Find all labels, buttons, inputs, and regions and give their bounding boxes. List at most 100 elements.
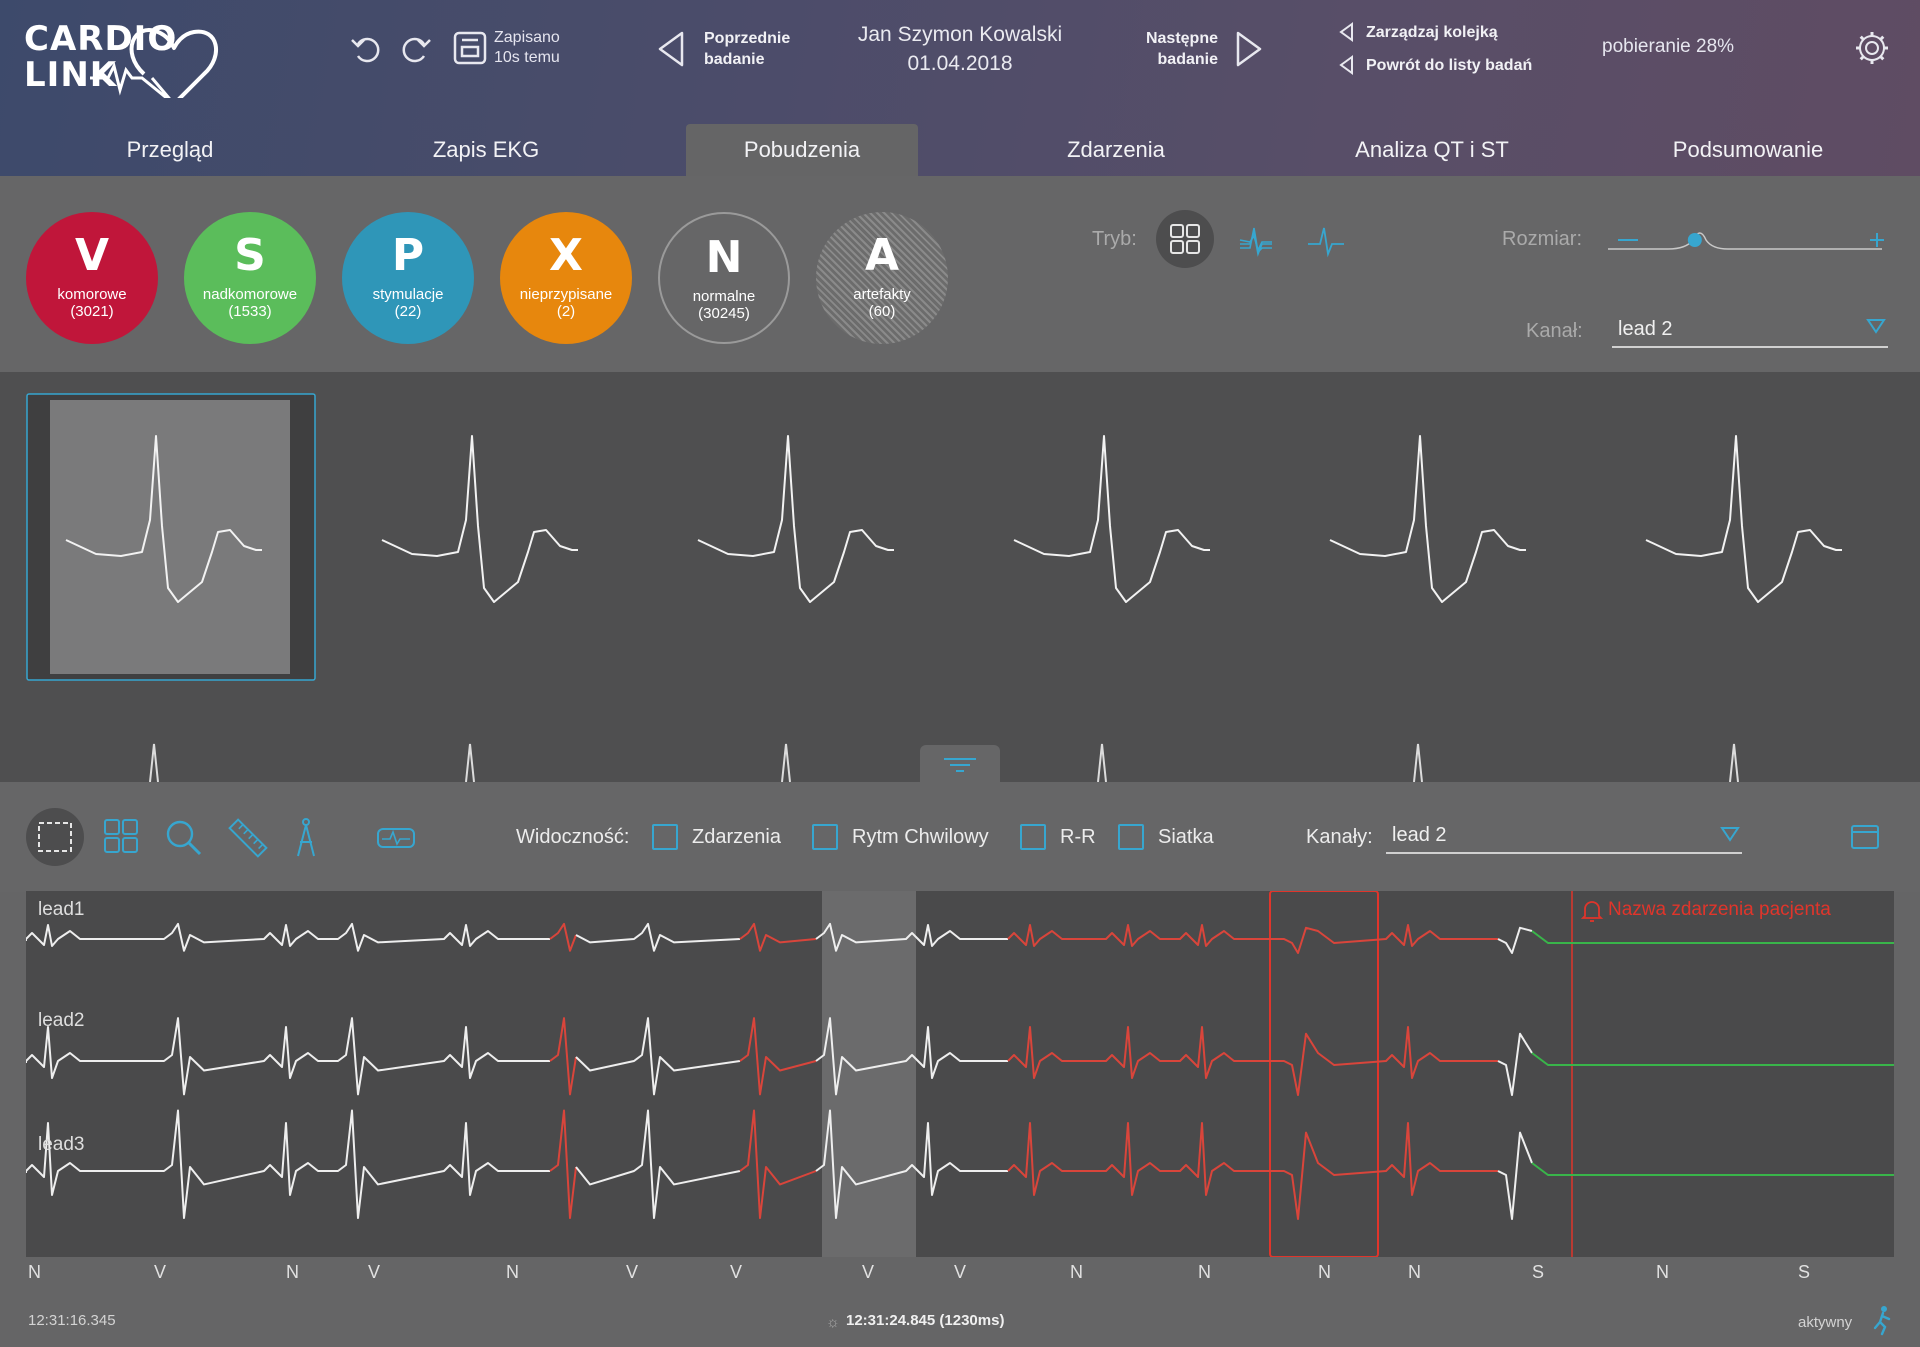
- beat-class-label: normalne: [692, 288, 756, 305]
- beat-code[interactable]: V: [626, 1262, 638, 1283]
- beat-class-count: (30245): [698, 305, 750, 322]
- beat-class-letter: P: [391, 230, 425, 281]
- cursor-sun-icon: ☼: [826, 1314, 840, 1331]
- caliper-icon[interactable]: [278, 810, 334, 866]
- instant-rhythm-checkbox[interactable]: [812, 824, 838, 850]
- save-icon[interactable]: [452, 30, 488, 66]
- beat-class-letter: X: [549, 230, 583, 281]
- beat-code[interactable]: N: [1318, 1262, 1331, 1283]
- collapse-panel-button[interactable]: [920, 745, 1000, 783]
- tab-qt-st-analysis[interactable]: Analiza QT i ST: [1302, 124, 1562, 176]
- beat-class-ventricular[interactable]: V komorowe (3021): [26, 212, 158, 344]
- tab-overview[interactable]: Przegląd: [40, 124, 300, 176]
- tab-events[interactable]: Zdarzenia: [986, 124, 1246, 176]
- beat-code[interactable]: V: [154, 1262, 166, 1283]
- undo-icon[interactable]: [348, 30, 384, 66]
- events-checkbox[interactable]: [652, 824, 678, 850]
- ecg-trace-segment: [739, 922, 817, 952]
- save-status-label: Zapisano: [494, 29, 560, 46]
- beat-waveform: [1013, 435, 1210, 603]
- beat-class-letter: V: [74, 230, 110, 281]
- tab-beats[interactable]: Pobudzenia: [686, 124, 918, 176]
- ecg-trace-segment: [1007, 1122, 1498, 1220]
- active-person-icon: [1873, 1306, 1891, 1336]
- lead-label: lead2: [38, 1010, 85, 1031]
- beat-code[interactable]: S: [1532, 1262, 1544, 1283]
- beat-code[interactable]: N: [286, 1262, 299, 1283]
- strip-start-time: 12:31:16.345: [28, 1312, 116, 1329]
- ruler-icon[interactable]: [220, 810, 276, 866]
- beat-code[interactable]: N: [28, 1262, 41, 1283]
- next-exam-button[interactable]: Następne badanie: [1138, 28, 1218, 70]
- dropdown-triangle-icon: [1720, 827, 1740, 842]
- beat-code[interactable]: N: [1198, 1262, 1211, 1283]
- grid-checkbox[interactable]: [1118, 824, 1144, 850]
- status-footer: 12:31:16.345 ☼ 12:31:24.845 (1230ms) akt…: [0, 1300, 1920, 1347]
- beat-class-normal[interactable]: N normalne (30245): [658, 212, 790, 344]
- beat-class-count: (1533): [228, 303, 272, 320]
- chevron-left-icon: [1339, 55, 1353, 75]
- beat-code[interactable]: N: [1408, 1262, 1421, 1283]
- beat-code[interactable]: V: [368, 1262, 380, 1283]
- redo-icon[interactable]: [398, 30, 434, 66]
- beat-class-count: (60): [868, 303, 896, 320]
- beat-waveform: [1645, 435, 1842, 603]
- download-status: pobieranie 28%: [1602, 36, 1735, 57]
- channel-select[interactable]: lead 2: [1612, 312, 1888, 348]
- zoom-search-icon[interactable]: [156, 810, 212, 866]
- beat-code[interactable]: N: [1070, 1262, 1083, 1283]
- beat-class-paced[interactable]: P stymulacje (22): [342, 212, 474, 344]
- select-tool-button[interactable]: [26, 808, 84, 866]
- grid-view-icon[interactable]: [96, 810, 152, 866]
- rr-checkbox[interactable]: [1020, 824, 1046, 850]
- beat-waveform-row2: [465, 743, 475, 782]
- events-checkbox-label: Zdarzenia: [692, 826, 781, 848]
- tab-ecg-recording[interactable]: Zapis EKG: [356, 124, 616, 176]
- beat-class-unassigned[interactable]: X nieprzypisane (2): [500, 212, 632, 344]
- ecg-trace-segment: [575, 1109, 741, 1220]
- ecg-strip-panel[interactable]: lead1 lead2 lead3 Nazwa zdarzenia pacjen…: [26, 891, 1894, 1257]
- ecg-trace-segment: [549, 922, 577, 952]
- channels-select[interactable]: lead 2: [1386, 818, 1742, 854]
- next-arrow-icon[interactable]: [1234, 30, 1264, 68]
- single-beat-icon[interactable]: [1306, 220, 1346, 260]
- previous-exam-line1: Poprzednie: [704, 30, 791, 47]
- ecg-trace-segment: [1531, 1162, 1894, 1176]
- beat-code[interactable]: N: [506, 1262, 519, 1283]
- back-to-list-label: Powrót do listy badań: [1366, 57, 1533, 74]
- beat-class-letter: A: [864, 230, 900, 281]
- overlay-beats-icon[interactable]: [1236, 220, 1276, 260]
- window-toggle-icon[interactable]: [1850, 824, 1880, 850]
- beat-class-count: (22): [394, 303, 422, 320]
- ecg-trace-segment: [1531, 1052, 1894, 1066]
- beat-class-letter: S: [234, 230, 266, 281]
- selection-box-icon: [38, 822, 72, 852]
- tab-summary[interactable]: Podsumowanie: [1618, 124, 1878, 176]
- beat-code[interactable]: V: [862, 1262, 874, 1283]
- grid-checkbox-label: Siatka: [1158, 826, 1214, 848]
- size-slider[interactable]: [1608, 220, 1892, 260]
- selected-beat-highlight: [50, 400, 290, 674]
- activity-status: aktywny: [1798, 1314, 1853, 1331]
- beat-code[interactable]: V: [730, 1262, 742, 1283]
- ecg-traces[interactable]: [26, 891, 1894, 1257]
- beat-class-label: nadkomorowe: [202, 286, 298, 303]
- beat-class-artifacts[interactable]: A artefakty (60): [816, 212, 948, 344]
- ecg-trace-segment: [26, 1109, 550, 1220]
- settings-gear-icon[interactable]: [1854, 30, 1890, 66]
- ecg-trace-segment: [1531, 930, 1894, 944]
- beat-code[interactable]: V: [954, 1262, 966, 1283]
- beat-code[interactable]: N: [1656, 1262, 1669, 1283]
- ecg-trace-segment: [1497, 1032, 1533, 1096]
- mode-label: Tryb:: [1092, 228, 1137, 250]
- previous-exam-button[interactable]: Poprzednie badanie: [704, 28, 790, 70]
- ecg-trace-segment: [26, 922, 550, 952]
- ecg-trace-segment: [575, 1017, 741, 1096]
- mode-grid-button[interactable]: [1156, 210, 1214, 268]
- beat-code[interactable]: S: [1798, 1262, 1810, 1283]
- monitor-ecg-icon[interactable]: [368, 810, 424, 866]
- previous-arrow-icon[interactable]: [656, 30, 686, 68]
- cardiolink-logo[interactable]: CARDIO LINK: [24, 18, 234, 98]
- beat-waveform: [381, 435, 578, 603]
- beat-class-supraventricular[interactable]: S nadkomorowe (1533): [184, 212, 316, 344]
